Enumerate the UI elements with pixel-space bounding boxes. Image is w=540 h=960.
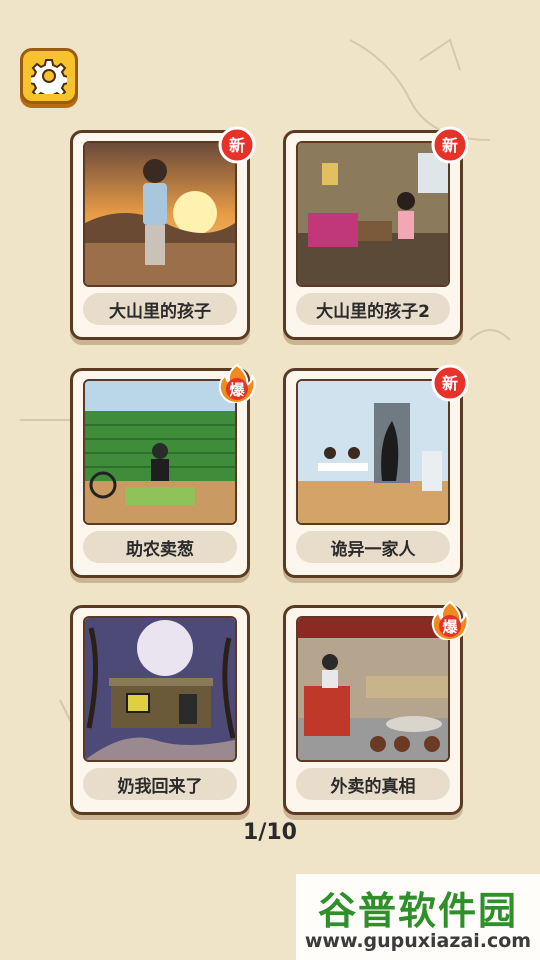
gear-icon: [31, 59, 67, 94]
watermark-title: 谷普软件园: [317, 889, 518, 933]
watermark-url: www.gupuxiazai.com: [304, 930, 532, 952]
level-card-4[interactable]: 新 诡异一家人: [283, 364, 469, 578]
level-title: 助农卖葱: [83, 531, 237, 563]
level-title: 大山里的孩子2: [296, 293, 450, 325]
level-thumbnail: [296, 379, 450, 525]
level-card-5[interactable]: 奶我回来了: [70, 605, 250, 815]
level-thumbnail: [83, 379, 237, 525]
level-title: 奶我回来了: [83, 768, 237, 800]
badge-label: 新: [229, 136, 245, 155]
badge-label: 新: [442, 136, 458, 155]
level-thumbnail: [83, 616, 237, 762]
level-thumbnail: [296, 616, 450, 762]
level-title: 诡异一家人: [296, 531, 450, 563]
new-badge: 新: [431, 364, 469, 402]
new-badge: 新: [431, 126, 469, 164]
watermark: 谷普软件园 www.gupuxiazai.com: [296, 874, 540, 960]
badge-label: 爆: [442, 618, 458, 636]
page-indicator: 1/10: [243, 820, 297, 845]
level-card-1[interactable]: 新 大山里的孩子: [70, 126, 256, 340]
badge-label: 新: [442, 374, 458, 393]
hot-badge: 爆: [218, 363, 256, 403]
level-card-2[interactable]: 新 大山里的孩子2: [283, 126, 469, 340]
level-title: 大山里的孩子: [83, 293, 237, 325]
level-card-3[interactable]: 爆 助农卖葱: [70, 363, 256, 578]
hot-badge: 爆: [431, 600, 469, 640]
new-badge: 新: [218, 126, 256, 164]
settings-button[interactable]: [20, 48, 78, 104]
level-card-6[interactable]: 爆 外卖的真相: [283, 600, 469, 815]
level-title: 外卖的真相: [296, 768, 450, 800]
level-thumbnail: [296, 141, 450, 287]
level-thumbnail: [83, 141, 237, 287]
badge-label: 爆: [229, 381, 245, 399]
